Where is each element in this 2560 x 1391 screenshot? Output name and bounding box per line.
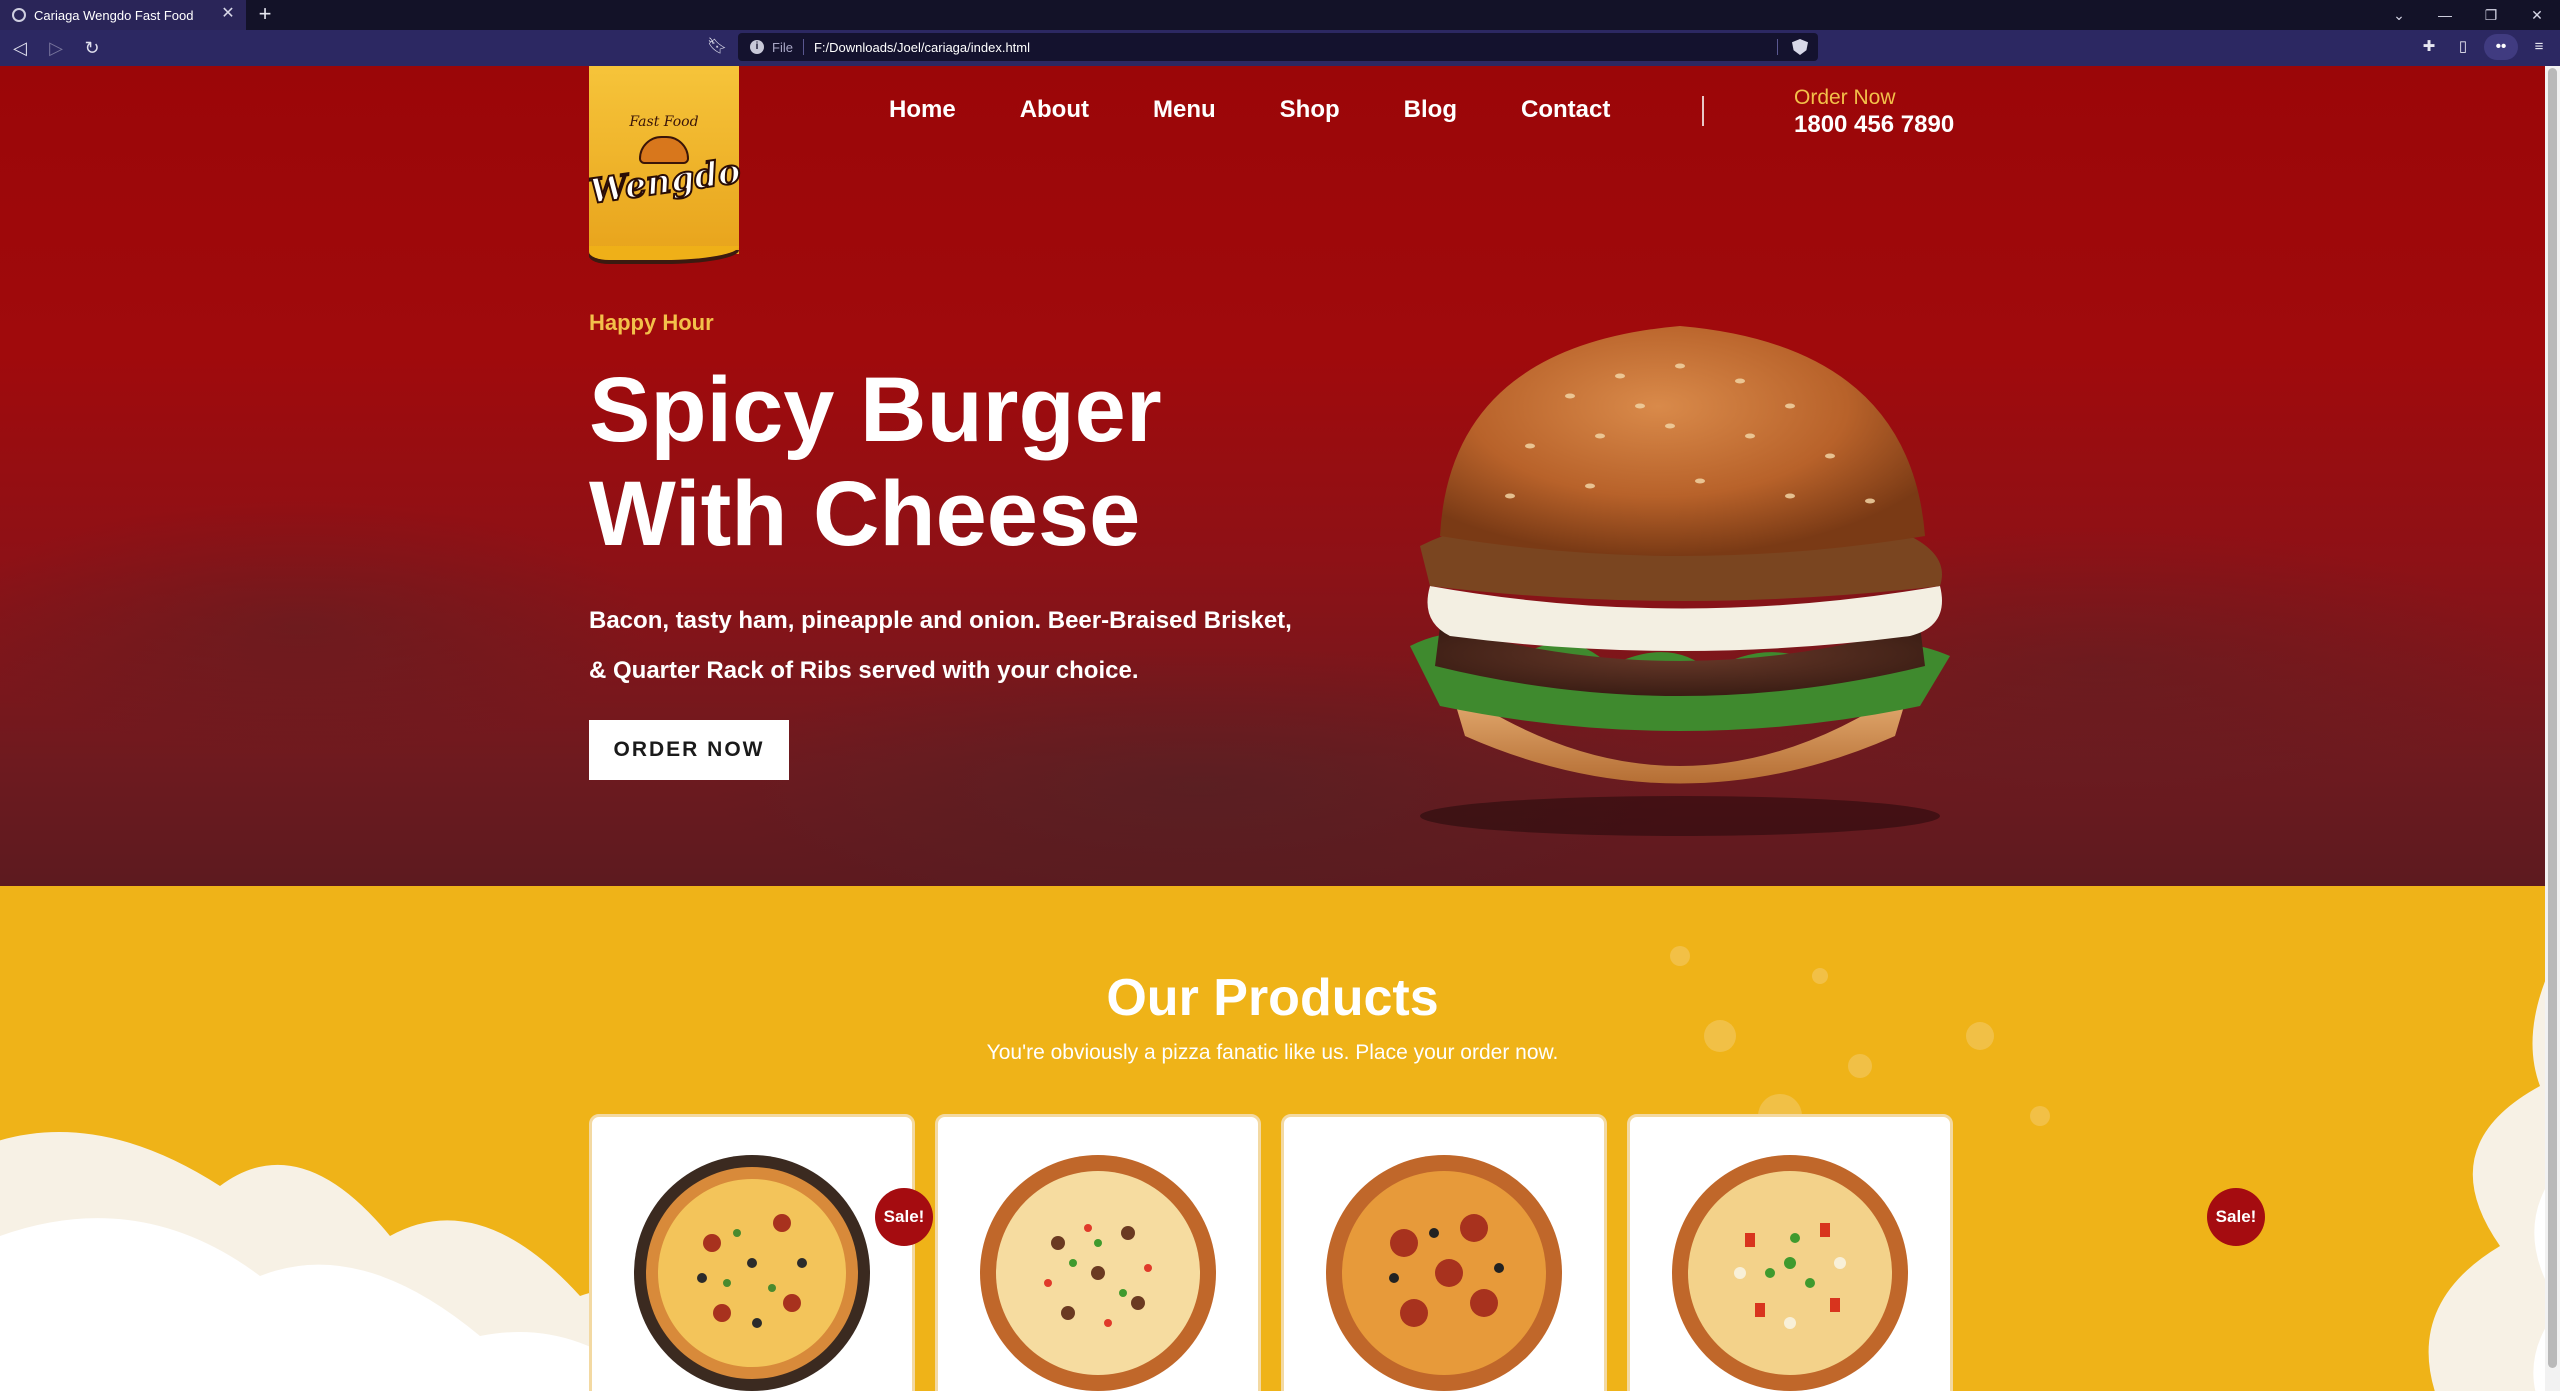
hero-kicker: Happy Hour (589, 310, 714, 335)
window-controls: ⌄ — ❐ ✕ (2376, 0, 2560, 30)
product-card[interactable] (1627, 1114, 1953, 1391)
products-title: Our Products (1106, 969, 1439, 1027)
order-now-button[interactable]: ORDER NOW (589, 720, 789, 780)
hero-headline: Spicy Burger With Cheese (589, 358, 1289, 566)
product-card[interactable] (1281, 1114, 1607, 1391)
page-scrollbar[interactable] (2545, 66, 2560, 1391)
hero-description: Bacon, tasty ham, pineapple and onion. B… (589, 596, 1319, 696)
hero-desc-line-2: & Quarter Rack of Ribs served with your … (589, 657, 1139, 684)
browser-tab-bar: Cariaga Wengdo Fast Food ✕ + ⌄ — ❐ ✕ (0, 0, 2560, 30)
products-section: Our Products You're obviously a pizza fa… (0, 886, 2545, 1391)
headline-line-2: With Cheese (589, 463, 1141, 565)
sale-badge: Sale! (875, 1188, 933, 1246)
toolbar-actions: ✚ ▯ •• ≡ (2416, 34, 2552, 60)
product-card[interactable] (589, 1114, 915, 1391)
sidebar-icon[interactable]: ▯ (2450, 34, 2476, 60)
brave-shield-icon[interactable] (1792, 39, 1808, 55)
order-label[interactable]: Order Now (1794, 86, 1954, 110)
browser-toolbar: ◁ ▷ ↻ 🔖︎ i File F:/Downloads/Joel/cariag… (0, 30, 2560, 66)
menu-icon[interactable]: ≡ (2526, 34, 2552, 60)
url-separator (802, 39, 804, 55)
hero-section: Fast Food Wengdo Home About Menu Shop Bl… (0, 66, 2545, 886)
main-nav: Home About Menu Shop Blog Contact (889, 96, 1674, 124)
nav-blog[interactable]: Blog (1404, 96, 1457, 124)
address-bar[interactable]: i File F:/Downloads/Joel/cariaga/index.h… (738, 33, 1818, 61)
sale-badge: Sale! (2207, 1188, 2265, 1246)
pizza-image (1672, 1155, 1908, 1391)
pizza-image (1326, 1155, 1562, 1391)
minimize-button[interactable]: — (2422, 0, 2468, 30)
headline-line-1: Spicy Burger (589, 359, 1162, 461)
profile-icon[interactable]: •• (2484, 34, 2518, 60)
hero-desc-line-1: Bacon, tasty ham, pineapple and onion. B… (589, 607, 1292, 634)
restore-button[interactable]: ❐ (2468, 0, 2514, 30)
nav-divider (1702, 96, 1704, 126)
order-contact[interactable]: Order Now 1800 456 7890 (1794, 86, 1954, 139)
tab-close-icon[interactable]: ✕ (220, 6, 236, 22)
close-window-button[interactable]: ✕ (2514, 0, 2560, 30)
site-logo[interactable]: Fast Food Wengdo (586, 66, 744, 260)
back-icon[interactable]: ◁ (4, 32, 36, 64)
brush-decoration-right (2428, 981, 2545, 1391)
url-text[interactable]: F:/Downloads/Joel/cariaga/index.html (814, 40, 1030, 55)
bookmark-icon[interactable]: 🔖︎ (706, 36, 728, 58)
product-card[interactable] (935, 1114, 1261, 1391)
forward-icon[interactable]: ▷ (40, 32, 72, 64)
tab-title: Cariaga Wengdo Fast Food (34, 7, 194, 23)
new-tab-button[interactable]: + (250, 0, 280, 30)
nav-home[interactable]: Home (889, 96, 956, 124)
info-icon[interactable]: i (750, 40, 764, 54)
logo-tagline: Fast Food (629, 114, 699, 130)
scrollbar-thumb[interactable] (2548, 68, 2557, 1368)
nav-about[interactable]: About (1020, 96, 1089, 124)
order-phone[interactable]: 1800 456 7890 (1794, 111, 1954, 139)
logo-brand: Wengdo (586, 150, 744, 213)
tab-search-icon[interactable]: ⌄ (2376, 0, 2422, 30)
globe-icon (12, 8, 26, 22)
page-viewport: Fast Food Wengdo Home About Menu Shop Bl… (0, 66, 2545, 1391)
extensions-icon[interactable]: ✚ (2416, 34, 2442, 60)
browser-tab[interactable]: Cariaga Wengdo Fast Food ✕ (0, 0, 246, 30)
pizza-image (634, 1155, 870, 1391)
burger-image (1410, 326, 1950, 836)
nav-menu[interactable]: Menu (1153, 96, 1216, 124)
url-divider (1777, 39, 1778, 55)
reload-icon[interactable]: ↻ (76, 32, 108, 64)
nav-contact[interactable]: Contact (1521, 96, 1610, 124)
nav-shop[interactable]: Shop (1280, 96, 1340, 124)
url-scheme: File (772, 39, 793, 55)
products-subtitle: You're obviously a pizza fanatic like us… (986, 1041, 1559, 1064)
pizza-image (980, 1155, 1216, 1391)
